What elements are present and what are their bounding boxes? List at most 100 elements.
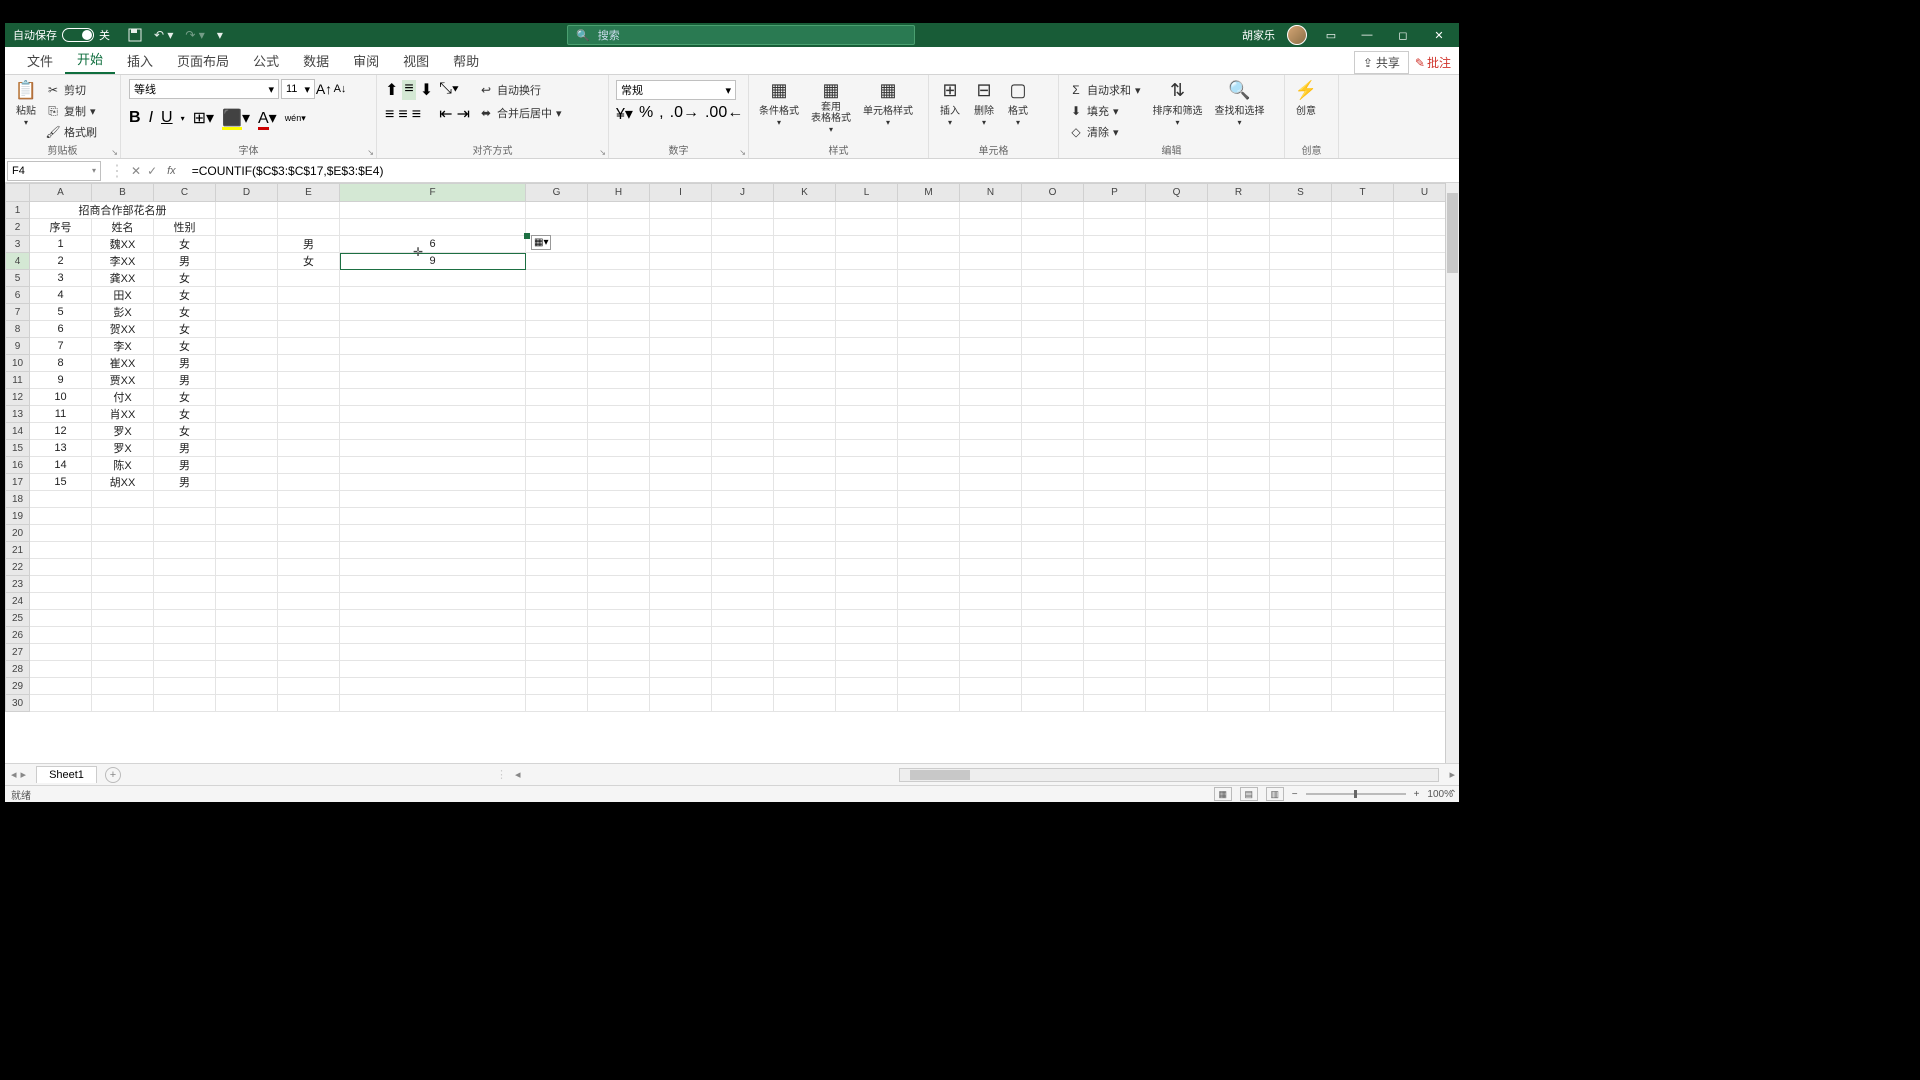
- row-header[interactable]: 25: [6, 610, 30, 627]
- cell[interactable]: 李XX: [92, 253, 154, 270]
- cell[interactable]: [650, 287, 712, 304]
- cell[interactable]: [1084, 389, 1146, 406]
- cell[interactable]: [1208, 219, 1270, 236]
- cell[interactable]: [216, 474, 278, 491]
- column-header[interactable]: I: [650, 184, 712, 202]
- cell[interactable]: [1022, 457, 1084, 474]
- cell[interactable]: [1022, 474, 1084, 491]
- cell[interactable]: [1146, 202, 1208, 219]
- launcher-icon[interactable]: ↘: [111, 148, 118, 157]
- cell[interactable]: [1208, 644, 1270, 661]
- row-header[interactable]: 27: [6, 644, 30, 661]
- cell[interactable]: [1084, 542, 1146, 559]
- cell[interactable]: 李X: [92, 338, 154, 355]
- cell[interactable]: 7: [30, 338, 92, 355]
- cell[interactable]: [1270, 287, 1332, 304]
- cell[interactable]: 8: [30, 355, 92, 372]
- cell[interactable]: [774, 236, 836, 253]
- cell[interactable]: 龚XX: [92, 270, 154, 287]
- horizontal-scrollbar[interactable]: [899, 768, 1439, 782]
- cell[interactable]: [526, 406, 588, 423]
- cell[interactable]: [526, 508, 588, 525]
- cell[interactable]: [960, 287, 1022, 304]
- cell[interactable]: [836, 304, 898, 321]
- cell[interactable]: [774, 593, 836, 610]
- cell[interactable]: [1022, 236, 1084, 253]
- cell[interactable]: [1146, 253, 1208, 270]
- cell[interactable]: [216, 287, 278, 304]
- cell[interactable]: [92, 678, 154, 695]
- cell[interactable]: [216, 423, 278, 440]
- cell[interactable]: [216, 661, 278, 678]
- cell[interactable]: [526, 474, 588, 491]
- cell[interactable]: [154, 661, 216, 678]
- cell[interactable]: [1270, 559, 1332, 576]
- cell[interactable]: [278, 593, 340, 610]
- italic-button[interactable]: I: [149, 109, 153, 127]
- cell[interactable]: [1084, 270, 1146, 287]
- cell[interactable]: [650, 355, 712, 372]
- tab-help[interactable]: 帮助: [441, 47, 491, 74]
- cell[interactable]: [526, 559, 588, 576]
- cell[interactable]: [774, 253, 836, 270]
- cell[interactable]: [588, 338, 650, 355]
- cell[interactable]: 田X: [92, 287, 154, 304]
- cell[interactable]: [216, 678, 278, 695]
- cell[interactable]: 男: [154, 440, 216, 457]
- cell[interactable]: [774, 287, 836, 304]
- cell[interactable]: [1084, 440, 1146, 457]
- cell[interactable]: [588, 593, 650, 610]
- cell[interactable]: 女: [154, 270, 216, 287]
- cell[interactable]: [1332, 406, 1394, 423]
- cell[interactable]: [30, 627, 92, 644]
- cell[interactable]: [1146, 287, 1208, 304]
- cell[interactable]: [960, 695, 1022, 712]
- cell[interactable]: [1270, 576, 1332, 593]
- indent-increase-icon[interactable]: ⇥: [457, 104, 470, 124]
- number-format-select[interactable]: 常规▾: [616, 80, 736, 100]
- cell[interactable]: [898, 389, 960, 406]
- cell[interactable]: 罗X: [92, 423, 154, 440]
- cell[interactable]: 9: [340, 253, 526, 270]
- cell[interactable]: [278, 610, 340, 627]
- cell[interactable]: [898, 678, 960, 695]
- row-header[interactable]: 9: [6, 338, 30, 355]
- cell[interactable]: [216, 525, 278, 542]
- bold-button[interactable]: B: [129, 109, 141, 127]
- cell[interactable]: [1332, 253, 1394, 270]
- cell[interactable]: [588, 406, 650, 423]
- cell[interactable]: [650, 695, 712, 712]
- cell[interactable]: [1332, 627, 1394, 644]
- cell[interactable]: [1022, 695, 1084, 712]
- cell[interactable]: [278, 661, 340, 678]
- cell[interactable]: [340, 559, 526, 576]
- cell[interactable]: [1146, 440, 1208, 457]
- cell[interactable]: 男: [154, 253, 216, 270]
- cell[interactable]: [1022, 355, 1084, 372]
- cell[interactable]: [1084, 559, 1146, 576]
- cell[interactable]: [1146, 576, 1208, 593]
- cell[interactable]: [1022, 372, 1084, 389]
- cell[interactable]: [650, 219, 712, 236]
- cell[interactable]: [774, 355, 836, 372]
- cell[interactable]: 10: [30, 389, 92, 406]
- merge-center-button[interactable]: ⬌合并后居中 ▾: [476, 103, 565, 123]
- cell[interactable]: [1208, 542, 1270, 559]
- autosum-button[interactable]: Σ自动求和 ▾: [1066, 80, 1144, 100]
- cell[interactable]: [1022, 423, 1084, 440]
- cell[interactable]: [898, 695, 960, 712]
- cell[interactable]: [650, 644, 712, 661]
- cell[interactable]: [836, 287, 898, 304]
- autofill-options-icon[interactable]: ▦▾: [531, 235, 551, 250]
- cell[interactable]: [278, 219, 340, 236]
- cell[interactable]: [774, 457, 836, 474]
- row-header[interactable]: 7: [6, 304, 30, 321]
- conditional-format-button[interactable]: ▦条件格式▾: [753, 77, 805, 129]
- cell[interactable]: [836, 644, 898, 661]
- cell[interactable]: [154, 678, 216, 695]
- cell[interactable]: [1084, 491, 1146, 508]
- fill-button[interactable]: ⬇填充 ▾: [1066, 101, 1144, 121]
- cell[interactable]: 序号: [30, 219, 92, 236]
- cell[interactable]: [712, 236, 774, 253]
- row-header[interactable]: 17: [6, 474, 30, 491]
